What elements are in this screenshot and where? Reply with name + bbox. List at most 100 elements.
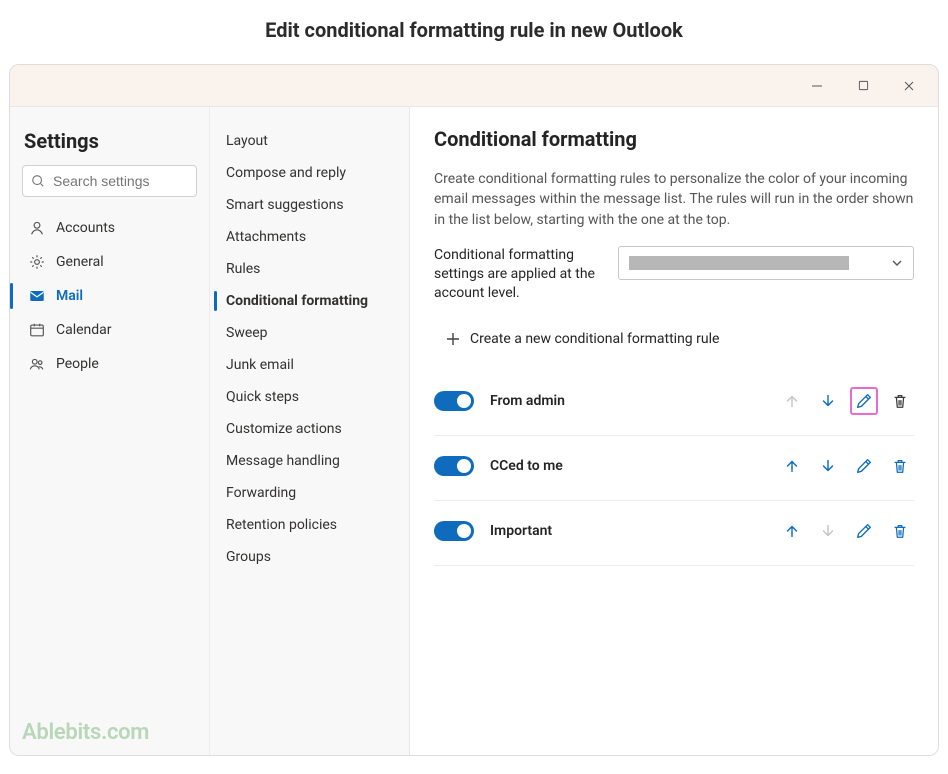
nav-item-general[interactable]: General [22, 245, 197, 279]
minimize-button[interactable] [794, 65, 840, 107]
create-rule-button[interactable]: Create a new conditional formatting rule [434, 325, 914, 353]
delete-rule-button[interactable] [886, 517, 914, 545]
sub-item-layout[interactable]: Layout [210, 125, 409, 157]
pencil-icon [855, 392, 873, 410]
search-settings[interactable] [22, 165, 197, 197]
rule-row: From admin [434, 371, 914, 436]
rule-row: CCed to me [434, 436, 914, 501]
settings-header: Settings [24, 129, 195, 153]
intro-text: Create conditional formatting rules to p… [434, 169, 914, 230]
close-icon [903, 80, 915, 92]
mail-subnav: Layout Compose and reply Smart suggestio… [210, 107, 410, 755]
move-down-button[interactable] [814, 387, 842, 415]
rule-actions [778, 517, 914, 545]
rule-toggle[interactable] [434, 456, 474, 476]
page-title: Edit conditional formatting rule in new … [0, 18, 948, 42]
sub-label: Forwarding [226, 485, 296, 501]
account-scope-row: Conditional formatting settings are appl… [434, 246, 914, 303]
sub-label: Junk email [226, 357, 294, 373]
main-pane: Conditional formatting Create conditiona… [410, 107, 938, 755]
search-icon [31, 174, 45, 188]
rules-list: From admin [434, 371, 914, 566]
account-select[interactable] [618, 246, 914, 280]
titlebar [10, 65, 938, 107]
rule-actions [778, 387, 914, 415]
person-icon [28, 219, 46, 237]
maximize-icon [858, 80, 869, 91]
plus-icon [446, 332, 460, 346]
settings-sidebar: Settings Accounts General Mail [10, 107, 210, 755]
subnav-list: Layout Compose and reply Smart suggestio… [210, 125, 409, 573]
sub-label: Conditional formatting [226, 293, 368, 309]
close-button[interactable] [886, 65, 932, 107]
nav-item-accounts[interactable]: Accounts [22, 211, 197, 245]
sub-item-compose-and-reply[interactable]: Compose and reply [210, 157, 409, 189]
sub-item-sweep[interactable]: Sweep [210, 317, 409, 349]
rule-toggle[interactable] [434, 521, 474, 541]
sub-item-conditional-formatting[interactable]: Conditional formatting [210, 285, 409, 317]
move-up-button [778, 387, 806, 415]
pencil-icon [855, 522, 873, 540]
move-up-button[interactable] [778, 452, 806, 480]
nav-item-calendar[interactable]: Calendar [22, 313, 197, 347]
mail-icon [28, 287, 46, 305]
nav-label: Calendar [56, 322, 112, 338]
sub-item-retention-policies[interactable]: Retention policies [210, 509, 409, 541]
sub-label: Sweep [226, 325, 268, 341]
sub-item-groups[interactable]: Groups [210, 541, 409, 573]
gear-icon [28, 253, 46, 271]
edit-rule-button[interactable] [850, 387, 878, 415]
arrow-up-icon [783, 457, 801, 475]
sub-item-quick-steps[interactable]: Quick steps [210, 381, 409, 413]
delete-rule-button[interactable] [886, 452, 914, 480]
rule-toggle[interactable] [434, 391, 474, 411]
people-icon [28, 355, 46, 373]
move-down-button [814, 517, 842, 545]
delete-rule-button[interactable] [886, 387, 914, 415]
trash-icon [891, 392, 909, 410]
sub-label: Quick steps [226, 389, 299, 405]
rule-row: Important [434, 501, 914, 566]
edit-rule-button[interactable] [850, 452, 878, 480]
account-redacted [629, 256, 849, 270]
create-rule-label: Create a new conditional formatting rule [470, 331, 719, 347]
arrow-down-icon [819, 457, 837, 475]
edit-rule-button[interactable] [850, 517, 878, 545]
maximize-button[interactable] [840, 65, 886, 107]
move-down-button[interactable] [814, 452, 842, 480]
sub-label: Groups [226, 549, 271, 565]
nav-label: People [56, 356, 99, 372]
nav-label: General [56, 254, 104, 270]
settings-window: Settings Accounts General Mail [9, 64, 939, 756]
account-scope-text: Conditional formatting settings are appl… [434, 246, 604, 303]
sub-item-forwarding[interactable]: Forwarding [210, 477, 409, 509]
window-body: Settings Accounts General Mail [10, 107, 938, 755]
trash-icon [891, 457, 909, 475]
rule-name: CCed to me [490, 458, 563, 474]
move-up-button[interactable] [778, 517, 806, 545]
search-input[interactable] [51, 172, 188, 190]
sub-label: Smart suggestions [226, 197, 344, 213]
rule-actions [778, 452, 914, 480]
sub-label: Attachments [226, 229, 306, 245]
sub-item-smart-suggestions[interactable]: Smart suggestions [210, 189, 409, 221]
sub-label: Rules [226, 261, 260, 277]
nav-list: Accounts General Mail Calendar People [22, 211, 197, 381]
sub-item-customize-actions[interactable]: Customize actions [210, 413, 409, 445]
arrow-down-icon [819, 522, 837, 540]
sub-label: Customize actions [226, 421, 342, 437]
trash-icon [891, 522, 909, 540]
sub-item-junk-email[interactable]: Junk email [210, 349, 409, 381]
sub-item-message-handling[interactable]: Message handling [210, 445, 409, 477]
sub-item-rules[interactable]: Rules [210, 253, 409, 285]
sub-label: Retention policies [226, 517, 337, 533]
arrow-up-icon [783, 392, 801, 410]
sub-label: Layout [226, 133, 268, 149]
rule-name: Important [490, 523, 552, 539]
nav-item-people[interactable]: People [22, 347, 197, 381]
minimize-icon [811, 80, 823, 92]
nav-item-mail[interactable]: Mail [22, 279, 197, 313]
arrow-down-icon [819, 392, 837, 410]
main-title: Conditional formatting [434, 127, 914, 151]
sub-item-attachments[interactable]: Attachments [210, 221, 409, 253]
